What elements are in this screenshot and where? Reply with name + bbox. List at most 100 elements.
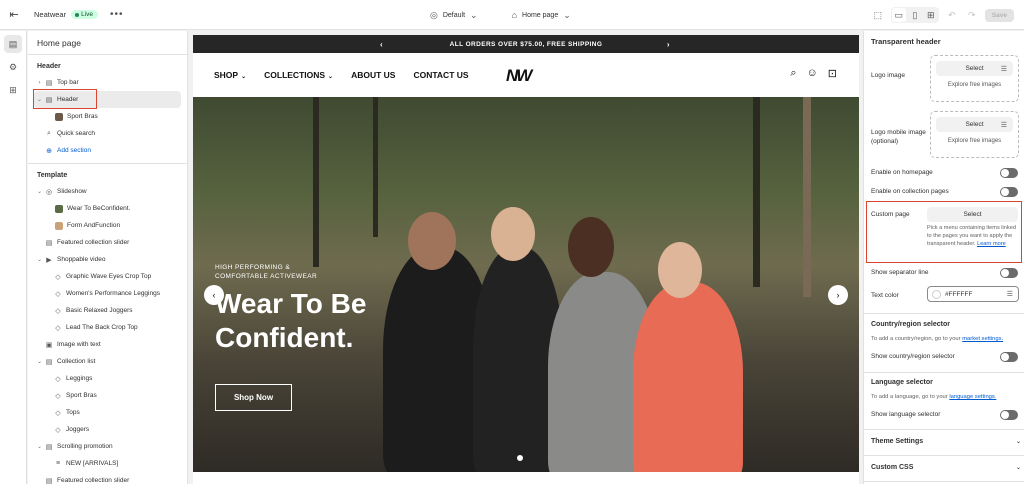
chevron-down-icon[interactable]: ⌄ xyxy=(35,443,44,450)
save-button[interactable]: Save xyxy=(984,8,1014,22)
desktop-view-icon[interactable]: ▭ xyxy=(891,8,906,22)
color-swatch[interactable] xyxy=(932,289,941,299)
block-product[interactable]: ◇ Lead The Back Crop Top xyxy=(28,319,187,336)
block-collection[interactable]: ◇ Sport Bras xyxy=(28,387,187,404)
account-icon[interactable]: ☺ xyxy=(807,67,818,80)
block-slide[interactable]: Form AndFunction xyxy=(28,217,187,234)
chevron-down-icon: ⌄ xyxy=(470,9,478,20)
settings-icon[interactable]: ⚙ xyxy=(4,58,22,76)
nav-shop[interactable]: SHOP ⌄ xyxy=(214,70,246,80)
slide-dot[interactable] xyxy=(517,455,523,461)
exit-icon[interactable]: ⇤ xyxy=(0,8,28,21)
country-help: To add a country/region, go to your mark… xyxy=(871,336,1003,342)
section-collection-list[interactable]: ⌄ ▤ Collection list xyxy=(28,353,187,370)
block-product[interactable]: ◇ Graphic Wave Eyes Crop Top xyxy=(28,268,187,285)
mobile-view-icon[interactable]: ▯ xyxy=(908,8,922,22)
block-collection[interactable]: ◇ Joggers xyxy=(28,421,187,438)
block-slide[interactable]: Wear To BeConfident. xyxy=(28,200,187,217)
section-label: Slideshow xyxy=(57,188,87,195)
explore-free-images-link[interactable]: Explore free images xyxy=(931,138,1018,144)
logo-image-picker: Select ☰ Explore free images xyxy=(930,55,1019,102)
block-label: Sport Bras xyxy=(67,113,98,120)
chevron-left-icon[interactable]: ‹ xyxy=(380,40,383,49)
market-settings-link[interactable]: market settings. xyxy=(962,336,1003,342)
logo-image-label: Logo image xyxy=(871,72,905,79)
more-actions-button[interactable]: ••• xyxy=(110,9,124,20)
custom-page-select-button[interactable]: Select xyxy=(927,207,1018,222)
language-toggle-label: Show language selector xyxy=(871,411,941,418)
theme-selector[interactable]: ◎ Default ⌄ xyxy=(430,10,478,21)
nav-collections[interactable]: COLLECTIONS ⌄ xyxy=(264,70,333,80)
nav-about[interactable]: ABOUT US xyxy=(351,70,395,80)
add-circle-icon: ⊕ xyxy=(46,147,52,155)
block-product[interactable]: ◇ Basic Relaxed Joggers xyxy=(28,302,187,319)
block-text[interactable]: ≡ NEW [ARRIVALS] xyxy=(28,455,187,472)
separator-label: Show separator line xyxy=(871,269,929,276)
section-featured-collection-slider[interactable]: ▤ Featured collection slider xyxy=(28,472,187,484)
divider xyxy=(864,481,1024,482)
section-featured-collection-slider[interactable]: ▤ Featured collection slider xyxy=(28,234,187,251)
enable-collection-label: Enable on collection pages xyxy=(871,188,949,195)
chevron-right-icon[interactable]: › xyxy=(667,40,670,49)
slide-next-button[interactable]: › xyxy=(828,285,848,305)
block-sport-bras[interactable]: Sport Bras xyxy=(28,108,187,125)
section-shoppable-video[interactable]: ⌄ ▶ Shoppable video xyxy=(28,251,187,268)
logo-mobile-select-button[interactable]: Select ☰ xyxy=(936,117,1013,132)
logo-select-button[interactable]: Select ☰ xyxy=(936,61,1013,76)
section-icon: ▤ xyxy=(45,79,53,87)
announcement-text: ALL ORDERS OVER $75.00, FREE SHIPPING xyxy=(449,40,603,48)
section-scrolling-promotion[interactable]: ⌄ ▤ Scrolling promotion xyxy=(28,438,187,455)
cart-icon[interactable]: ⊡ xyxy=(828,67,837,80)
brand-logo[interactable]: NW xyxy=(506,66,532,86)
enable-collection-toggle[interactable] xyxy=(1000,187,1018,197)
language-settings-link[interactable]: language settings. xyxy=(949,394,996,400)
apps-icon[interactable]: ⊞ xyxy=(4,81,22,99)
chevron-down-icon[interactable]: ⌄ xyxy=(35,96,44,103)
block-thumbnail xyxy=(55,221,63,230)
section-icon: ▤ xyxy=(45,239,53,247)
search-icon[interactable]: ⌕ xyxy=(790,67,796,80)
section-image-with-text[interactable]: ▣ Image with text xyxy=(28,336,187,353)
text-color-field[interactable]: #FFFFFF ☰ xyxy=(927,286,1019,302)
icon-rail: ▤ ⚙ ⊞ xyxy=(0,31,27,484)
shop-now-button[interactable]: Shop Now xyxy=(215,384,292,411)
sections-icon[interactable]: ▤ xyxy=(4,35,22,53)
chevron-right-icon[interactable]: › xyxy=(35,80,44,86)
block-collection[interactable]: ◇ Tops xyxy=(28,404,187,421)
redo-icon[interactable]: ↷ xyxy=(965,8,979,22)
country-toggle[interactable] xyxy=(1000,352,1018,362)
explore-free-images-link[interactable]: Explore free images xyxy=(931,82,1018,88)
fullscreen-view-icon[interactable]: ⊞ xyxy=(924,8,938,22)
section-quick-search[interactable]: ⌕ Quick search xyxy=(28,125,187,142)
status-dot-icon xyxy=(75,12,80,17)
slideshow-icon: ◎ xyxy=(45,188,53,196)
chevron-down-icon[interactable]: ⌄ xyxy=(35,358,44,365)
add-section-button[interactable]: ⊕ Add section xyxy=(28,142,187,159)
custom-css-toggle[interactable]: Custom CSS ⌄ xyxy=(871,464,1021,471)
theme-selector-label: Default xyxy=(442,11,466,19)
tag-icon: ◇ xyxy=(55,290,61,298)
separator-toggle[interactable] xyxy=(1000,268,1018,278)
learn-more-link[interactable]: Learn more xyxy=(977,241,1006,247)
undo-icon[interactable]: ↶ xyxy=(945,8,959,22)
language-toggle[interactable] xyxy=(1000,410,1018,420)
section-header[interactable]: ⌄ ▤ Header xyxy=(34,91,181,108)
nav-contact[interactable]: CONTACT US xyxy=(413,70,468,80)
section-slideshow[interactable]: ⌄ ◎ Slideshow xyxy=(28,183,187,200)
sections-panel: Home page Header › ▤ Top bar ⌄ ▤ Header … xyxy=(28,31,188,484)
chevron-down-icon[interactable]: ⌄ xyxy=(35,188,44,195)
enable-homepage-toggle[interactable] xyxy=(1000,168,1018,178)
country-title: Country/region selector xyxy=(871,321,950,328)
inspector-icon[interactable]: ⬚ xyxy=(871,8,885,22)
block-product[interactable]: ◇ Women's Performance Leggings xyxy=(28,285,187,302)
tree-trunk xyxy=(373,97,378,237)
section-label: Image with text xyxy=(57,341,101,348)
chevron-down-icon[interactable]: ⌄ xyxy=(35,256,44,263)
viewport-toggle: ▭ ▯ ⊞ xyxy=(890,7,939,23)
theme-settings-toggle[interactable]: Theme Settings ⌄ xyxy=(871,438,1021,445)
slide-prev-button[interactable]: ‹ xyxy=(204,285,224,305)
section-top-bar[interactable]: › ▤ Top bar xyxy=(28,74,187,91)
block-collection[interactable]: ◇ Leggings xyxy=(28,370,187,387)
language-help-text: To add a language, go to your xyxy=(871,394,948,400)
page-selector[interactable]: ⌂ Home page ⌄ xyxy=(512,10,571,21)
